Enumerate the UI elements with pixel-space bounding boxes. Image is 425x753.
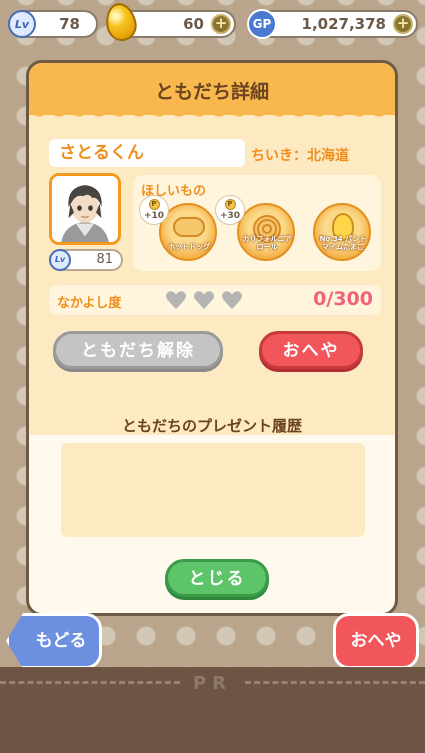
friendship-meter: なかよし度 0/300 [49, 285, 381, 315]
unfriend-button[interactable]: ともだち解除 [53, 331, 223, 369]
level-icon: Lv [49, 249, 71, 271]
add-gp-button[interactable]: + [393, 14, 413, 34]
friend-avatar [49, 173, 121, 245]
close-button[interactable]: とじる [165, 559, 269, 597]
wishlist-item-egg-character[interactable]: No.34 パントマイムたまご [313, 203, 371, 261]
point-coin-icon: P [224, 199, 236, 210]
friend-level-value: 81 [96, 252, 113, 267]
gp-currency-pill: GP 1,027,378 + [247, 9, 418, 39]
wishlist-item-label: No.34 パントマイムたまご [319, 235, 367, 251]
egg-currency-pill: 60 + [102, 0, 236, 44]
wishlist-item-label: カリフォルニアロール [242, 235, 292, 251]
friendship-bonus-badge: P +30 [215, 195, 245, 225]
friend-name: さとるくん [49, 139, 245, 167]
status-bar: Lv 78 60 + GP 1,027,378 + [0, 0, 425, 50]
present-history-list [61, 443, 365, 537]
scallop-border [29, 107, 395, 123]
friend-level-badge: Lv 81 [49, 249, 123, 271]
friendship-count: 0/300 [313, 288, 373, 310]
hotdog-icon [173, 217, 205, 237]
wishlist-item-california-roll[interactable]: カリフォルニアロール [237, 203, 295, 261]
add-eggs-button[interactable]: + [211, 14, 231, 34]
gp-value: 1,027,378 [301, 15, 386, 33]
heart-icon [193, 290, 215, 310]
ad-label: PR [192, 673, 233, 694]
zigzag-divider [29, 379, 395, 401]
present-history-title: ともだちのプレゼント履歴 [121, 417, 302, 435]
golden-egg-icon [102, 0, 140, 44]
wishlist-box: ほしいもの ホットドッグ P +10 カリフォルニアロール P +30 No.3… [133, 175, 381, 271]
heart-icon [165, 290, 187, 310]
level-icon: Lv [8, 10, 36, 38]
friendship-bonus-badge: P +10 [139, 195, 169, 225]
point-coin-icon: P [148, 199, 160, 210]
friend-detail-dialog: ともだち詳細 さとるくん ちいき：北海道 Lv 81 ほしいもの ホットドッグ … [26, 60, 398, 616]
ad-banner[interactable]: PR [0, 667, 425, 753]
player-level-pill: Lv 78 [8, 10, 98, 38]
avatar-portrait-icon [52, 176, 118, 242]
back-button[interactable]: もどる [6, 613, 102, 669]
heart-icon [221, 290, 243, 310]
visit-room-button[interactable]: おへや [259, 331, 363, 369]
friend-region: ちいき：北海道 [251, 148, 349, 164]
player-level-value: 78 [59, 15, 80, 33]
my-room-button[interactable]: おへや [333, 613, 419, 669]
friendship-label: なかよし度 [57, 296, 122, 311]
dialog-title: ともだち詳細 [154, 81, 269, 103]
gp-icon: GP [247, 9, 277, 39]
wishlist-item-label: ホットドッグ [168, 243, 210, 251]
egg-count-value: 60 [183, 15, 204, 33]
